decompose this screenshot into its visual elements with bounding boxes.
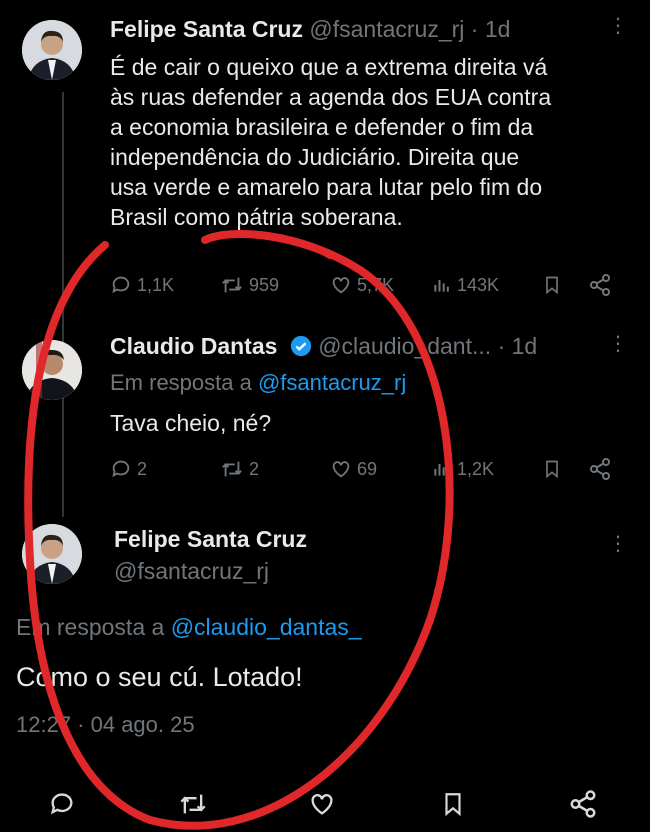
author-handle[interactable]: @claudio_dant... [318, 333, 491, 359]
bookmark-button[interactable] [542, 457, 562, 481]
bookmark-icon [445, 793, 461, 817]
share-button[interactable] [568, 789, 598, 819]
like-count: 5,7K [357, 274, 395, 295]
thread-line [62, 92, 64, 517]
avatar-felipe[interactable] [22, 524, 82, 584]
reply-button[interactable]: 1,1K [110, 274, 174, 296]
tweet3-handle: @fsantacruz_rj [114, 558, 269, 585]
reply-context: Em resposta a @claudio_dantas_ [16, 614, 362, 641]
share-button[interactable] [588, 457, 612, 481]
tweet-line: a economia brasileira e defender o fim d… [110, 114, 534, 140]
tweet-time: · 1d [497, 333, 538, 359]
tweet3-timestamp: 12:27 · 04 ago. 25 [16, 712, 195, 737]
retweet-count: 959 [249, 274, 280, 295]
retweet-button[interactable] [178, 790, 208, 818]
reply-icon [112, 460, 130, 478]
author-handle[interactable]: @fsantacruz_rj [114, 558, 269, 584]
reply-icon [50, 793, 73, 815]
like-count: 69 [357, 458, 378, 479]
retweet-icon [222, 461, 242, 477]
tweet-line: É de cair o queixo que a extrema direita… [110, 54, 548, 80]
analytics-icon [434, 280, 449, 292]
tweet1-header: Felipe Santa Cruz @fsantacruz_rj · 1d [110, 16, 510, 43]
bookmark-button[interactable] [542, 273, 562, 297]
like-button[interactable]: 69 [330, 458, 377, 480]
author-name[interactable]: Felipe Santa Cruz [110, 16, 303, 42]
focused-tweet-actions [0, 784, 650, 824]
retweet-icon [222, 277, 242, 293]
verified-badge-icon [290, 335, 311, 357]
reply-prefix: Em resposta a [16, 614, 165, 640]
tweet-line: usa verde e amarelo para lutar pelo fim … [110, 174, 543, 200]
retweet-icon [180, 794, 206, 814]
tweet1-actions: 1,1K 959 5,7K 143K [110, 272, 630, 298]
author-name[interactable]: Felipe Santa Cruz [114, 526, 307, 552]
analytics-icon [434, 464, 449, 476]
like-button[interactable] [308, 790, 336, 818]
tweet-line: às ruas defender a agenda dos EUA contra [110, 84, 552, 110]
tweet1-body: É de cair o queixo que a extrema direita… [110, 52, 630, 232]
avatar-claudio[interactable] [22, 340, 82, 400]
tweet3-body: Como o seu cú. Lotado! [16, 662, 303, 692]
more-options-icon[interactable]: ⋮ [608, 334, 628, 354]
views-button[interactable]: 1,2K [432, 458, 494, 480]
tweet-line: Brasil como pátria soberana. [110, 204, 403, 230]
view-count: 143K [457, 274, 500, 295]
bookmark-icon [546, 460, 558, 479]
tweet2-body: Tava cheio, né? [110, 410, 272, 436]
reply-count: 2 [137, 458, 148, 479]
more-options-icon[interactable]: ⋮ [608, 534, 628, 554]
views-button[interactable]: 143K [432, 274, 499, 296]
retweet-count: 2 [249, 458, 260, 479]
tweet2-header: Claudio Dantas @claudio_dant... · 1d [110, 333, 537, 360]
reply-mention-link[interactable]: @claudio_dantas_ [171, 614, 362, 640]
tweet-time: · 1d [470, 16, 511, 42]
share-icon [590, 274, 610, 296]
reply-button[interactable]: 2 [110, 458, 147, 480]
reply-context: Em resposta a @fsantacruz_rj [110, 370, 406, 396]
heart-icon [332, 277, 350, 294]
heart-icon [311, 794, 333, 815]
share-icon [570, 790, 596, 818]
retweet-button[interactable]: 2 [220, 458, 259, 480]
author-name[interactable]: Claudio Dantas [110, 333, 277, 359]
share-icon [590, 458, 610, 480]
share-button[interactable] [588, 273, 612, 297]
reply-prefix: Em resposta a [110, 370, 252, 395]
tweet-line: independência do Judiciário. Direita que [110, 144, 520, 170]
reply-count: 1,1K [137, 274, 175, 295]
reply-mention-link[interactable]: @fsantacruz_rj [258, 370, 406, 395]
heart-icon [332, 461, 350, 478]
tweet2-actions: 2 2 69 1,2K [110, 456, 630, 482]
retweet-button[interactable]: 959 [220, 274, 279, 296]
more-options-icon[interactable]: ⋮ [608, 16, 628, 36]
author-handle[interactable]: @fsantacruz_rj [309, 16, 464, 42]
like-button[interactable]: 5,7K [330, 274, 394, 296]
bookmark-icon [546, 276, 558, 295]
view-count: 1,2K [457, 458, 495, 479]
bookmark-button[interactable] [440, 789, 466, 819]
avatar-felipe[interactable] [22, 20, 82, 80]
reply-icon [112, 276, 130, 294]
tweet3-name: Felipe Santa Cruz [114, 526, 307, 553]
reply-button[interactable] [48, 790, 76, 818]
